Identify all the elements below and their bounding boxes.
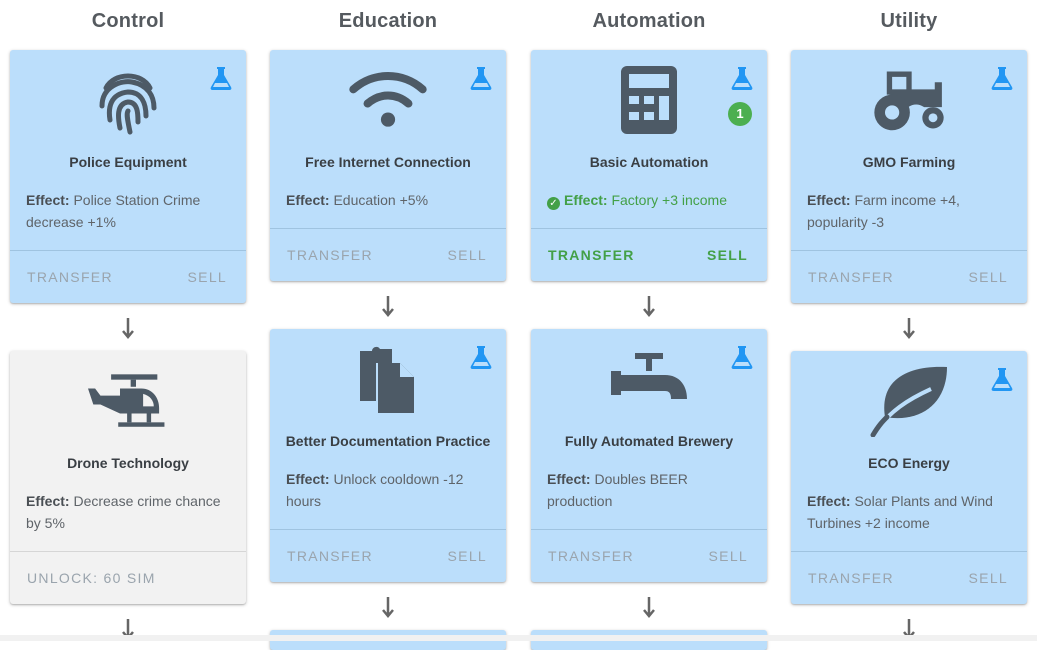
upgrade-card-drone-technology[interactable]: Drone Technology Effect: Decrease crime … bbox=[10, 351, 246, 604]
card-title: Drone Technology bbox=[67, 455, 189, 471]
card-title: Police Equipment bbox=[69, 154, 187, 170]
arrow-down-icon bbox=[122, 318, 134, 339]
wifi-icon bbox=[348, 64, 428, 136]
arrow-down-icon bbox=[643, 597, 655, 618]
check-circle-icon: ✓ bbox=[547, 197, 560, 210]
flask-icon bbox=[991, 66, 1013, 90]
effect-label: Effect: bbox=[26, 493, 70, 509]
transfer-button[interactable]: TRANSFER bbox=[27, 269, 113, 285]
leaf-icon bbox=[869, 365, 949, 437]
card-actions: UNLOCK: 60 SIM bbox=[10, 551, 246, 604]
card-actions: TRANSFER SELL bbox=[270, 529, 506, 582]
effect-label: Effect: bbox=[286, 192, 330, 208]
arrow-down-icon bbox=[382, 296, 394, 317]
card-effect: Effect: Education +5% bbox=[286, 189, 490, 211]
documents-icon bbox=[348, 343, 428, 415]
card-actions: TRANSFER SELL bbox=[531, 228, 767, 281]
card-title: GMO Farming bbox=[862, 154, 956, 170]
upgrade-card-eco-energy[interactable]: ECO Energy Effect: Solar Plants and Wind… bbox=[791, 351, 1027, 604]
sell-button[interactable]: SELL bbox=[969, 570, 1008, 586]
sell-button[interactable]: SELL bbox=[707, 247, 748, 263]
upgrade-card-basic-automation[interactable]: 1 Basic Automation ✓ Effect: Factory +3 i… bbox=[531, 50, 767, 281]
upgrade-card-free-internet[interactable]: Free Internet Connection Effect: Educati… bbox=[270, 50, 506, 281]
card-effect: Effect: Farm income +4, popularity -3 bbox=[807, 189, 1011, 233]
card-effect: Effect: Doubles BEER production bbox=[547, 468, 751, 512]
card-title: Free Internet Connection bbox=[305, 154, 471, 170]
count-badge: 1 bbox=[728, 102, 752, 126]
card-effect: Effect: Decrease crime chance by 5% bbox=[26, 490, 230, 534]
card-title: Better Documentation Practice bbox=[285, 433, 491, 449]
effect-text: Education +5% bbox=[333, 192, 429, 208]
effect-label: Effect: bbox=[807, 192, 851, 208]
sell-button[interactable]: SELL bbox=[969, 269, 1008, 285]
unlock-button[interactable]: UNLOCK: 60 SIM bbox=[27, 570, 156, 586]
arrow-down-icon bbox=[382, 597, 394, 618]
card-actions: TRANSFER SELL bbox=[791, 551, 1027, 604]
transfer-button[interactable]: TRANSFER bbox=[808, 570, 894, 586]
effect-label: Effect: bbox=[286, 471, 330, 487]
arrow-down-icon bbox=[903, 318, 915, 339]
flask-icon bbox=[470, 345, 492, 369]
transfer-button[interactable]: TRANSFER bbox=[287, 548, 373, 564]
calculator-icon bbox=[609, 64, 689, 136]
column-title: Education bbox=[338, 10, 438, 32]
column-title: Utility bbox=[880, 10, 938, 32]
sell-button[interactable]: SELL bbox=[448, 247, 487, 263]
transfer-button[interactable]: TRANSFER bbox=[287, 247, 373, 263]
card-effect: Effect: Unlock cooldown -12 hours bbox=[286, 468, 490, 512]
sell-button[interactable]: SELL bbox=[709, 548, 748, 564]
card-title: Basic Automation bbox=[589, 154, 709, 170]
card-actions: TRANSFER SELL bbox=[10, 250, 246, 303]
upgrade-card-gmo-farming[interactable]: GMO Farming Effect: Farm income +4, popu… bbox=[791, 50, 1027, 303]
faucet-icon bbox=[609, 343, 689, 415]
card-actions: TRANSFER SELL bbox=[791, 250, 1027, 303]
flask-icon bbox=[731, 66, 753, 90]
fingerprint-icon bbox=[88, 64, 168, 136]
flask-icon bbox=[210, 66, 232, 90]
effect-label: Effect: bbox=[564, 192, 608, 208]
flask-icon bbox=[470, 66, 492, 90]
effect-label: Effect: bbox=[547, 471, 591, 487]
effect-label: Effect: bbox=[26, 192, 70, 208]
transfer-button[interactable]: TRANSFER bbox=[548, 247, 635, 263]
transfer-button[interactable]: TRANSFER bbox=[548, 548, 634, 564]
effect-label: Effect: bbox=[807, 493, 851, 509]
card-effect: Effect: Police Station Crime decrease +1… bbox=[26, 189, 230, 233]
upgrade-card-fully-automated-brewery[interactable]: Fully Automated Brewery Effect: Doubles … bbox=[531, 329, 767, 582]
flask-icon bbox=[991, 367, 1013, 391]
effect-text: Factory +3 income bbox=[611, 192, 728, 208]
card-title: Fully Automated Brewery bbox=[564, 433, 734, 449]
card-effect: ✓ Effect: Factory +3 income bbox=[547, 189, 751, 211]
page-bottom-edge bbox=[0, 635, 1037, 641]
column-title: Control bbox=[91, 10, 165, 32]
card-effect: Effect: Solar Plants and Wind Turbines +… bbox=[807, 490, 1011, 534]
card-actions: TRANSFER SELL bbox=[270, 228, 506, 281]
flask-icon bbox=[731, 345, 753, 369]
sell-button[interactable]: SELL bbox=[448, 548, 487, 564]
column-title: Automation bbox=[592, 10, 706, 32]
card-actions: TRANSFER SELL bbox=[531, 529, 767, 582]
upgrade-card-police-equipment[interactable]: Police Equipment Effect: Police Station … bbox=[10, 50, 246, 303]
tractor-icon bbox=[869, 64, 949, 136]
upgrade-card-better-documentation[interactable]: Better Documentation Practice Effect: Un… bbox=[270, 329, 506, 582]
helicopter-icon bbox=[88, 365, 168, 437]
transfer-button[interactable]: TRANSFER bbox=[808, 269, 894, 285]
sell-button[interactable]: SELL bbox=[188, 269, 227, 285]
card-title: ECO Energy bbox=[868, 455, 950, 471]
arrow-down-icon bbox=[643, 296, 655, 317]
